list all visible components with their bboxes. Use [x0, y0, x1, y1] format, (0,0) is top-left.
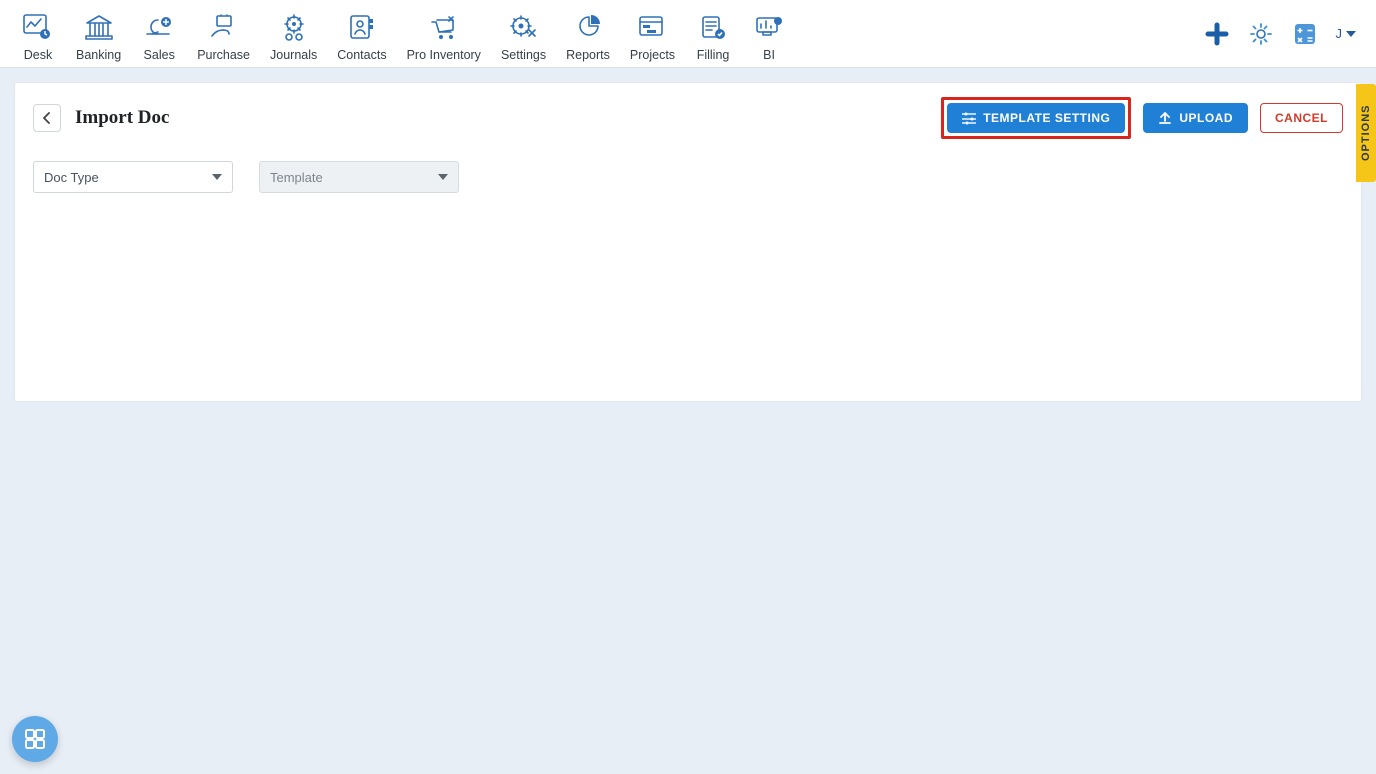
gear-icon — [1249, 22, 1273, 46]
inventory-icon — [428, 12, 460, 44]
nav-reports[interactable]: Reports — [556, 6, 620, 62]
nav-sales[interactable]: Sales — [131, 6, 187, 62]
nav-settings[interactable]: Settings — [491, 6, 556, 62]
nav-label: Settings — [501, 48, 546, 62]
nav-label: Reports — [566, 48, 610, 62]
nav-label: Filling — [697, 48, 730, 62]
nav-label: Banking — [76, 48, 121, 62]
sales-icon — [143, 12, 175, 44]
nav-label: Desk — [24, 48, 52, 62]
calculator-icon — [1293, 22, 1317, 46]
upload-icon — [1158, 111, 1172, 125]
button-label: Template Setting — [983, 111, 1110, 125]
upload-button[interactable]: Upload — [1143, 103, 1248, 133]
nav-label: Pro Inventory — [407, 48, 481, 62]
panel-actions: Template Setting Upload Cancel — [941, 97, 1343, 139]
topbar-right: J — [1204, 21, 1367, 47]
nav-bi[interactable]: BI — [741, 6, 797, 62]
journals-icon — [278, 12, 310, 44]
page-panel: Import Doc Template Setting Upload Cance… — [14, 82, 1362, 402]
purchase-icon — [208, 12, 240, 44]
projects-icon — [636, 12, 668, 44]
nav-banking[interactable]: Banking — [66, 6, 131, 62]
nav-items: Desk Banking Sales Purchase Journals — [10, 6, 797, 62]
nav-pro-inventory[interactable]: Pro Inventory — [397, 6, 491, 62]
template-setting-button[interactable]: Template Setting — [947, 103, 1125, 133]
chevron-down-icon — [212, 174, 222, 180]
back-button[interactable] — [33, 104, 61, 132]
select-label: Doc Type — [44, 170, 99, 185]
options-side-tab[interactable]: OPTIONS — [1356, 84, 1376, 182]
plus-icon — [1205, 22, 1229, 46]
chevron-down-icon — [1346, 31, 1356, 37]
button-label: Upload — [1179, 111, 1233, 125]
chevron-down-icon — [438, 174, 448, 180]
filling-icon — [697, 12, 729, 44]
bank-icon — [83, 12, 115, 44]
filter-row: Doc Type Template — [15, 153, 1361, 193]
options-label: OPTIONS — [1360, 105, 1372, 162]
add-button[interactable] — [1204, 21, 1230, 47]
grid-icon — [23, 727, 47, 751]
page-title: Import Doc — [75, 107, 169, 129]
template-select[interactable]: Template — [259, 161, 459, 193]
cancel-button[interactable]: Cancel — [1260, 103, 1343, 133]
apps-fab[interactable] — [12, 716, 58, 762]
select-label: Template — [270, 170, 323, 185]
nav-contacts[interactable]: Contacts — [327, 6, 396, 62]
settings-icon — [508, 12, 540, 44]
desk-icon — [22, 12, 54, 44]
nav-label: Contacts — [337, 48, 386, 62]
nav-journals[interactable]: Journals — [260, 6, 327, 62]
settings-gear-button[interactable] — [1248, 21, 1274, 47]
nav-label: Projects — [630, 48, 675, 62]
nav-purchase[interactable]: Purchase — [187, 6, 260, 62]
highlight-annotation: Template Setting — [941, 97, 1131, 139]
nav-label: Sales — [144, 48, 175, 62]
reports-icon — [572, 12, 604, 44]
bi-icon — [753, 12, 785, 44]
calculator-button[interactable] — [1292, 21, 1318, 47]
nav-desk[interactable]: Desk — [10, 6, 66, 62]
sliders-icon — [962, 111, 976, 125]
user-menu[interactable]: J — [1336, 26, 1357, 41]
nav-filling[interactable]: Filling — [685, 6, 741, 62]
contacts-icon — [346, 12, 378, 44]
top-nav: Desk Banking Sales Purchase Journals — [0, 0, 1376, 68]
button-label: Cancel — [1275, 111, 1328, 125]
nav-label: Journals — [270, 48, 317, 62]
nav-label: Purchase — [197, 48, 250, 62]
doc-type-select[interactable]: Doc Type — [33, 161, 233, 193]
panel-header: Import Doc Template Setting Upload Cance… — [15, 83, 1361, 153]
user-initial: J — [1336, 26, 1343, 41]
nav-label: BI — [763, 48, 775, 62]
chevron-left-icon — [41, 112, 53, 124]
nav-projects[interactable]: Projects — [620, 6, 685, 62]
